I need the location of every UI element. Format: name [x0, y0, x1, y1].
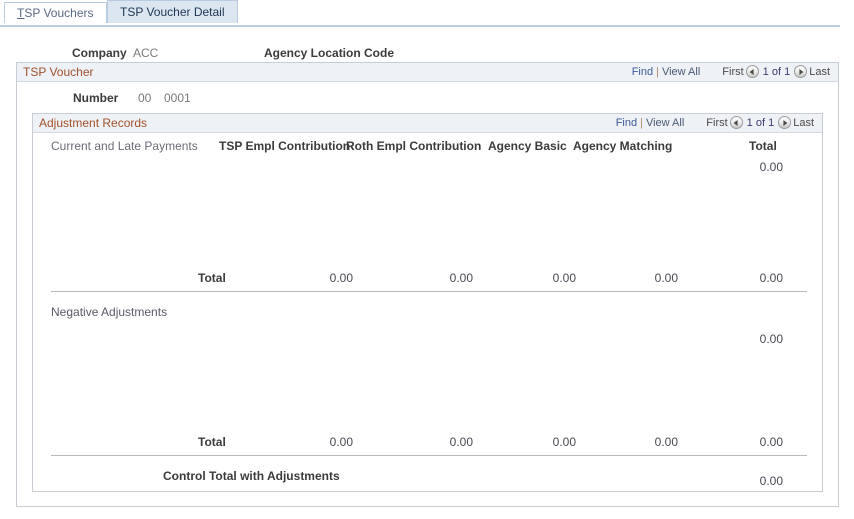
tab-underline — [0, 25, 840, 27]
tab-tsp-voucher-detail[interactable]: TSP Voucher Detail — [107, 0, 238, 23]
negative-adjustments-total-label: Total — [198, 435, 226, 449]
tsp-voucher-title: TSP Voucher — [23, 65, 94, 79]
negative-section-divider — [51, 455, 807, 456]
column-header-agency-basic: Agency Basic — [488, 139, 567, 153]
adjustment-records-find-link[interactable]: Find — [616, 117, 637, 129]
adjustment-records-nav-separator: | — [640, 117, 643, 129]
tab-tsp-vouchers-label: SP Vouchers — [24, 6, 94, 20]
column-header-current-and-late-payments: Current and Late Payments — [51, 139, 198, 153]
company-value: ACC — [133, 46, 159, 60]
adjustment-records-first-link[interactable]: First — [706, 117, 727, 129]
arrow-left-icon[interactable] — [729, 116, 743, 129]
column-header-total: Total — [749, 139, 777, 153]
negative-adjustments-label: Negative Adjustments — [51, 305, 168, 319]
negative-total-agency-basic: 0.00 — [552, 435, 576, 449]
adjustment-records-last-link[interactable]: Last — [793, 117, 814, 129]
agency-location-code-label: Agency Location Code — [264, 46, 395, 60]
number-field-row: Number 00 0001 — [17, 91, 838, 107]
adjustment-records-row-counter: 1 of 1 — [746, 117, 775, 129]
tsp-voucher-last-link[interactable]: Last — [809, 66, 830, 78]
current-total-roth-empl-contribution: 0.00 — [449, 271, 473, 285]
negative-total-roth-empl-contribution: 0.00 — [449, 435, 473, 449]
tab-tsp-vouchers[interactable]: TSP Vouchers — [4, 2, 107, 23]
tsp-voucher-find-link[interactable]: Find — [632, 66, 653, 78]
current-section-divider — [51, 291, 807, 292]
adjustment-records-title: Adjustment Records — [39, 116, 148, 130]
column-header-tsp-empl-contribution: TSP Empl Contribution — [219, 139, 351, 153]
tsp-voucher-groupbox: TSP Voucher Find | View All First 1 of 1 Last… — [16, 62, 839, 507]
tsp-voucher-navbar: Find | View All First 1 of 1 Last — [632, 65, 830, 81]
arrow-right-icon[interactable] — [794, 65, 808, 78]
current-total-agency-basic: 0.00 — [552, 271, 576, 285]
arrow-left-icon[interactable] — [745, 65, 759, 78]
company-label: Company — [72, 46, 127, 60]
negative-adjustments-total-display: 0.00 — [759, 332, 783, 346]
negative-total-agency-matching: 0.00 — [654, 435, 678, 449]
adjustment-records-grid: Current and Late Payments TSP Empl Contr… — [33, 133, 822, 492]
control-total-value: 0.00 — [759, 474, 783, 488]
current-payments-total-label: Total — [198, 271, 226, 285]
control-total-label: Control Total with Adjustments — [163, 469, 340, 483]
tab-tsp-voucher-detail-label: TSP Voucher Detail — [120, 5, 225, 19]
tab-strip: TSP Vouchers TSP Voucher Detail — [0, 0, 854, 28]
arrow-right-icon[interactable] — [778, 116, 792, 129]
negative-total-total: 0.00 — [759, 435, 783, 449]
adjustment-records-groupbox: Adjustment Records Find | View All First 1 o… — [32, 113, 823, 492]
column-header-roth-empl-contribution: Roth Empl Contribution — [346, 139, 482, 153]
current-payments-total-display: 0.00 — [759, 160, 783, 174]
current-total-total: 0.00 — [759, 271, 783, 285]
column-header-agency-matching: Agency Matching — [573, 139, 673, 153]
tsp-voucher-row-counter: 1 of 1 — [762, 66, 791, 78]
current-total-tsp-empl-contribution: 0.00 — [329, 271, 353, 285]
header-field-row: Company ACC Agency Location Code — [0, 46, 854, 62]
tsp-voucher-first-link[interactable]: First — [722, 66, 743, 78]
current-total-agency-matching: 0.00 — [654, 271, 678, 285]
adjustment-records-groupbox-header: Adjustment Records Find | View All First 1 o… — [33, 114, 822, 133]
number-sequence-value: 00 — [138, 91, 152, 105]
tsp-voucher-groupbox-header: TSP Voucher Find | View All First 1 of 1 Last — [17, 63, 838, 82]
adjustment-records-view-all-link[interactable]: View All — [646, 117, 684, 129]
adjustment-records-navbar: Find | View All First 1 of 1 Last — [616, 116, 814, 132]
tsp-voucher-view-all-link[interactable]: View All — [662, 66, 700, 78]
negative-total-tsp-empl-contribution: 0.00 — [329, 435, 353, 449]
tsp-voucher-nav-separator: | — [656, 66, 659, 78]
number-value: 0001 — [164, 91, 191, 105]
number-label: Number — [73, 91, 119, 105]
